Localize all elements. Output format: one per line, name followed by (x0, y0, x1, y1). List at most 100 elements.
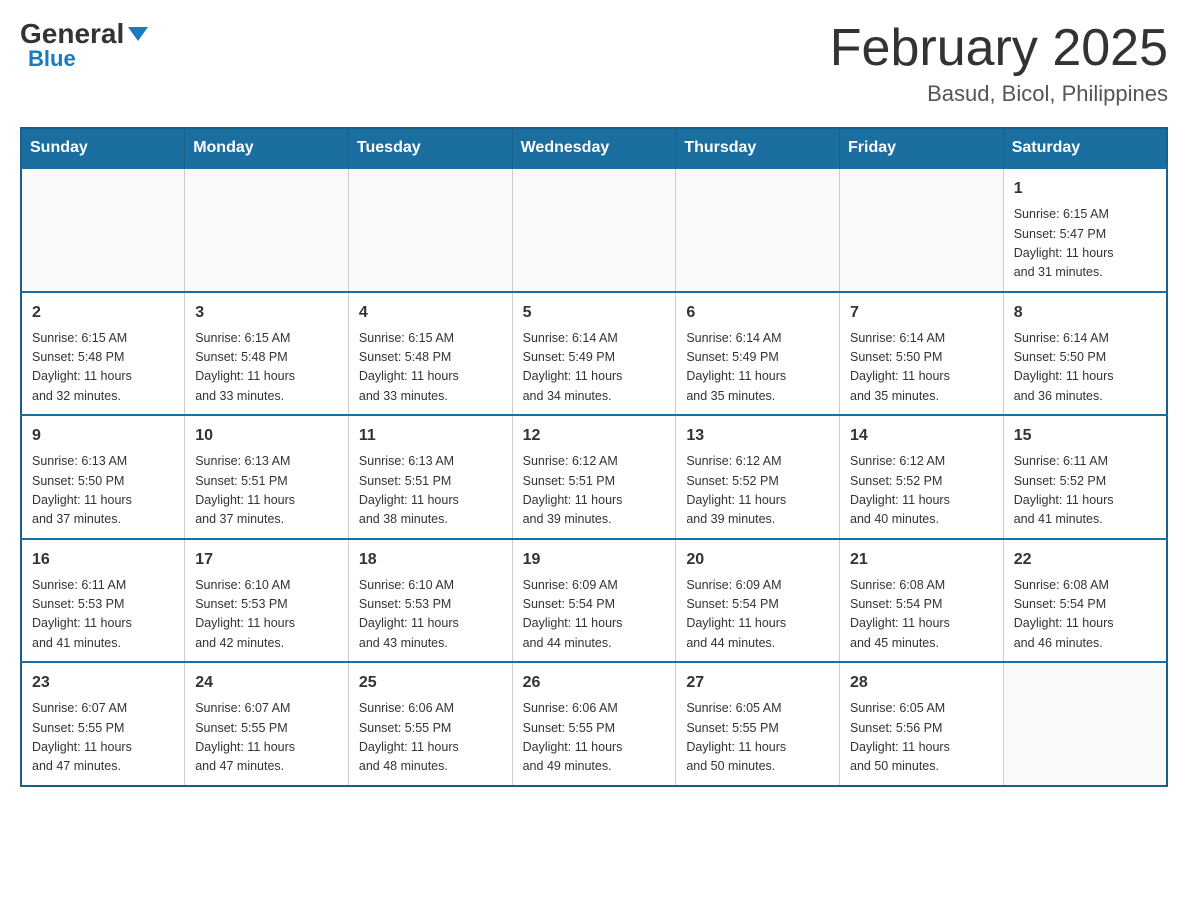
day-number: 10 (195, 424, 338, 448)
day-header-monday: Monday (185, 128, 349, 168)
day-info: Sunrise: 6:06 AM Sunset: 5:55 PM Dayligh… (523, 699, 666, 777)
page-header: General Blue February 2025 Basud, Bicol,… (20, 20, 1168, 107)
day-number: 23 (32, 671, 174, 695)
day-number: 13 (686, 424, 829, 448)
day-info: Sunrise: 6:14 AM Sunset: 5:50 PM Dayligh… (1014, 329, 1156, 407)
day-info: Sunrise: 6:05 AM Sunset: 5:56 PM Dayligh… (850, 699, 993, 777)
calendar-cell: 15Sunrise: 6:11 AM Sunset: 5:52 PM Dayli… (1003, 415, 1167, 539)
calendar-week-row: 23 Sunrise: 6:07 AM Sunset: 5:55 PM Dayli… (21, 662, 1167, 786)
logo-blue-text: Blue (28, 48, 76, 70)
calendar-cell: 10 Sunrise: 6:13 AM Sunset: 5:51 PM Dayli… (185, 415, 349, 539)
day-number: 26 (523, 671, 666, 695)
day-header-wednesday: Wednesday (512, 128, 676, 168)
day-number: 11 (359, 424, 502, 448)
month-title: February 2025 (830, 20, 1168, 77)
calendar-week-row: 16 Sunrise: 6:11 AM Sunset: 5:53 PM Dayli… (21, 539, 1167, 663)
day-info: Sunrise: 6:10 AM Sunset: 5:53 PM Dayligh… (359, 576, 502, 654)
day-header-tuesday: Tuesday (348, 128, 512, 168)
calendar-cell (512, 168, 676, 292)
day-info: Sunrise: 6:13 AM Sunset: 5:50 PM Dayligh… (32, 452, 174, 530)
calendar-table: SundayMondayTuesdayWednesdayThursdayFrid… (20, 127, 1168, 787)
day-info: Sunrise: 6:14 AM Sunset: 5:49 PM Dayligh… (523, 329, 666, 407)
calendar-cell: 25 Sunrise: 6:06 AM Sunset: 5:55 PM Dayli… (348, 662, 512, 786)
day-header-friday: Friday (840, 128, 1004, 168)
day-number: 12 (523, 424, 666, 448)
day-info: Sunrise: 6:14 AM Sunset: 5:49 PM Dayligh… (686, 329, 829, 407)
day-info: Sunrise: 6:15 AM Sunset: 5:47 PM Dayligh… (1014, 205, 1156, 283)
calendar-cell: 4Sunrise: 6:15 AM Sunset: 5:48 PM Daylig… (348, 292, 512, 416)
day-info: Sunrise: 6:12 AM Sunset: 5:52 PM Dayligh… (850, 452, 993, 530)
day-header-thursday: Thursday (676, 128, 840, 168)
calendar-cell: 13 Sunrise: 6:12 AM Sunset: 5:52 PM Dayli… (676, 415, 840, 539)
day-number: 8 (1014, 301, 1156, 325)
day-number: 14 (850, 424, 993, 448)
calendar-cell (840, 168, 1004, 292)
day-number: 28 (850, 671, 993, 695)
calendar-cell: 3 Sunrise: 6:15 AM Sunset: 5:48 PM Daylig… (185, 292, 349, 416)
calendar-cell: 24 Sunrise: 6:07 AM Sunset: 5:55 PM Dayli… (185, 662, 349, 786)
calendar-cell: 11Sunrise: 6:13 AM Sunset: 5:51 PM Dayli… (348, 415, 512, 539)
logo-general-text: General (20, 20, 124, 48)
calendar-cell: 9 Sunrise: 6:13 AM Sunset: 5:50 PM Daylig… (21, 415, 185, 539)
calendar-cell: 28 Sunrise: 6:05 AM Sunset: 5:56 PM Dayli… (840, 662, 1004, 786)
calendar-cell: 7 Sunrise: 6:14 AM Sunset: 5:50 PM Daylig… (840, 292, 1004, 416)
calendar-cell (676, 168, 840, 292)
logo-triangle-icon (128, 27, 148, 41)
calendar-cell: 2 Sunrise: 6:15 AM Sunset: 5:48 PM Daylig… (21, 292, 185, 416)
day-number: 24 (195, 671, 338, 695)
calendar-header-row: SundayMondayTuesdayWednesdayThursdayFrid… (21, 128, 1167, 168)
title-block: February 2025 Basud, Bicol, Philippines (830, 20, 1168, 107)
calendar-cell: 8 Sunrise: 6:14 AM Sunset: 5:50 PM Daylig… (1003, 292, 1167, 416)
day-info: Sunrise: 6:15 AM Sunset: 5:48 PM Dayligh… (359, 329, 502, 407)
calendar-cell: 19 Sunrise: 6:09 AM Sunset: 5:54 PM Dayli… (512, 539, 676, 663)
day-number: 16 (32, 548, 174, 572)
calendar-cell: 22 Sunrise: 6:08 AM Sunset: 5:54 PM Dayli… (1003, 539, 1167, 663)
calendar-cell: 20 Sunrise: 6:09 AM Sunset: 5:54 PM Dayli… (676, 539, 840, 663)
calendar-cell (348, 168, 512, 292)
calendar-week-row: 9 Sunrise: 6:13 AM Sunset: 5:50 PM Daylig… (21, 415, 1167, 539)
calendar-cell: 17Sunrise: 6:10 AM Sunset: 5:53 PM Dayli… (185, 539, 349, 663)
day-info: Sunrise: 6:15 AM Sunset: 5:48 PM Dayligh… (32, 329, 174, 407)
day-info: Sunrise: 6:11 AM Sunset: 5:53 PM Dayligh… (32, 576, 174, 654)
day-info: Sunrise: 6:08 AM Sunset: 5:54 PM Dayligh… (850, 576, 993, 654)
day-number: 2 (32, 301, 174, 325)
calendar-cell (185, 168, 349, 292)
day-number: 27 (686, 671, 829, 695)
day-number: 6 (686, 301, 829, 325)
calendar-cell: 26 Sunrise: 6:06 AM Sunset: 5:55 PM Dayli… (512, 662, 676, 786)
calendar-cell: 12Sunrise: 6:12 AM Sunset: 5:51 PM Dayli… (512, 415, 676, 539)
day-info: Sunrise: 6:15 AM Sunset: 5:48 PM Dayligh… (195, 329, 338, 407)
day-info: Sunrise: 6:07 AM Sunset: 5:55 PM Dayligh… (32, 699, 174, 777)
day-number: 5 (523, 301, 666, 325)
day-info: Sunrise: 6:08 AM Sunset: 5:54 PM Dayligh… (1014, 576, 1156, 654)
day-info: Sunrise: 6:05 AM Sunset: 5:55 PM Dayligh… (686, 699, 829, 777)
day-info: Sunrise: 6:13 AM Sunset: 5:51 PM Dayligh… (195, 452, 338, 530)
calendar-cell (1003, 662, 1167, 786)
day-info: Sunrise: 6:14 AM Sunset: 5:50 PM Dayligh… (850, 329, 993, 407)
day-number: 21 (850, 548, 993, 572)
day-header-saturday: Saturday (1003, 128, 1167, 168)
day-number: 9 (32, 424, 174, 448)
day-info: Sunrise: 6:09 AM Sunset: 5:54 PM Dayligh… (523, 576, 666, 654)
day-number: 7 (850, 301, 993, 325)
calendar-cell: 16 Sunrise: 6:11 AM Sunset: 5:53 PM Dayli… (21, 539, 185, 663)
day-number: 20 (686, 548, 829, 572)
day-info: Sunrise: 6:12 AM Sunset: 5:52 PM Dayligh… (686, 452, 829, 530)
day-number: 3 (195, 301, 338, 325)
location-title: Basud, Bicol, Philippines (830, 81, 1168, 107)
day-info: Sunrise: 6:07 AM Sunset: 5:55 PM Dayligh… (195, 699, 338, 777)
day-number: 19 (523, 548, 666, 572)
day-number: 1 (1014, 177, 1156, 201)
day-number: 18 (359, 548, 502, 572)
day-number: 15 (1014, 424, 1156, 448)
day-number: 22 (1014, 548, 1156, 572)
day-number: 25 (359, 671, 502, 695)
calendar-cell: 1 Sunrise: 6:15 AM Sunset: 5:47 PM Daylig… (1003, 168, 1167, 292)
calendar-cell: 6 Sunrise: 6:14 AM Sunset: 5:49 PM Daylig… (676, 292, 840, 416)
day-info: Sunrise: 6:09 AM Sunset: 5:54 PM Dayligh… (686, 576, 829, 654)
calendar-cell (21, 168, 185, 292)
day-info: Sunrise: 6:10 AM Sunset: 5:53 PM Dayligh… (195, 576, 338, 654)
calendar-cell: 21 Sunrise: 6:08 AM Sunset: 5:54 PM Dayli… (840, 539, 1004, 663)
calendar-week-row: 2 Sunrise: 6:15 AM Sunset: 5:48 PM Daylig… (21, 292, 1167, 416)
day-info: Sunrise: 6:06 AM Sunset: 5:55 PM Dayligh… (359, 699, 502, 777)
